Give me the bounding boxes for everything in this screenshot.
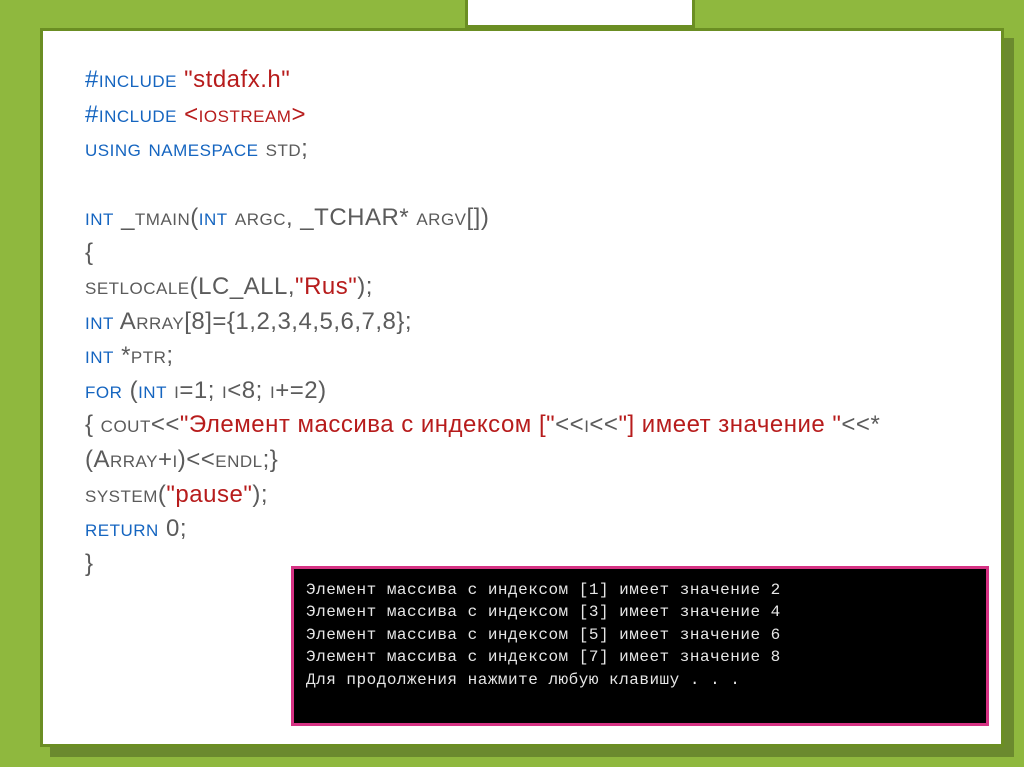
code-line: int _tmain(int argc, _TCHAR* argv[]) [85,201,971,236]
code-line: setlocale(LC_ALL,"Rus"); [85,270,971,305]
keyword: int [199,204,235,231]
identifier: *ptr; [121,342,174,369]
keyword: int [138,377,174,404]
code-line: return 0; [85,512,971,547]
string-literal: "pause" [166,481,252,508]
code-line: using namespace std; [85,132,971,167]
identifier: <<i<< [555,411,618,438]
console-line: Для продолжения нажмите любую клавишу . … [306,671,740,689]
console-line: Элемент массива с индексом [7] имеет зна… [306,648,781,666]
slide-tab-decoration [465,0,695,28]
keyword: int [85,204,121,231]
code-line: #include <iostream> [85,98,971,133]
string-literal: "Rus" [295,273,357,300]
identifier: { cout<< [85,411,180,438]
string-literal: <iostream> [184,101,306,128]
identifier: setlocale(LC_ALL, [85,273,295,300]
preproc: #include [85,101,184,128]
code-line: { cout<<"Элемент массива с индексом ["<<… [85,408,971,477]
identifier: system( [85,481,166,508]
literal: 0; [166,515,187,542]
keyword: int [85,342,121,369]
identifier: std; [266,135,309,162]
punct: ); [252,481,268,508]
keyword: int [85,308,120,335]
string-literal: "] имеет значение " [618,411,841,438]
code-line: for (int i=1; i<8; i+=2) [85,374,971,409]
string-literal: "Элемент массива с индексом [" [180,411,555,438]
code-line: { [85,236,971,271]
console-output: Элемент массива с индексом [1] имеет зна… [291,566,989,726]
preproc: #include [85,66,184,93]
keyword: using namespace [85,135,266,162]
code-line: #include "stdafx.h" [85,63,971,98]
punct: ( [130,377,139,404]
identifier: i=1; i<8; i+=2) [174,377,326,404]
code-line: system("pause"); [85,478,971,513]
code-line: int Array[8]={1,2,3,4,5,6,7,8}; [85,305,971,340]
console-line: Элемент массива с индексом [3] имеет зна… [306,603,781,621]
keyword: for [85,377,130,404]
console-line: Элемент массива с индексом [5] имеет зна… [306,626,781,644]
string-literal: "stdafx.h" [184,66,290,93]
identifier: argc, _TCHAR* argv[]) [235,204,489,231]
slide-frame: #include "stdafx.h" #include <iostream> … [40,28,1004,747]
code-line: int *ptr; [85,339,971,374]
console-line: Элемент массива с индексом [1] имеет зна… [306,581,781,599]
identifier: _tmain( [121,204,199,231]
keyword: return [85,515,166,542]
code-block: #include "stdafx.h" #include <iostream> … [85,63,971,581]
punct: ); [357,273,373,300]
identifier: Array[8]={1,2,3,4,5,6,7,8}; [120,308,412,335]
blank-line [85,167,971,202]
